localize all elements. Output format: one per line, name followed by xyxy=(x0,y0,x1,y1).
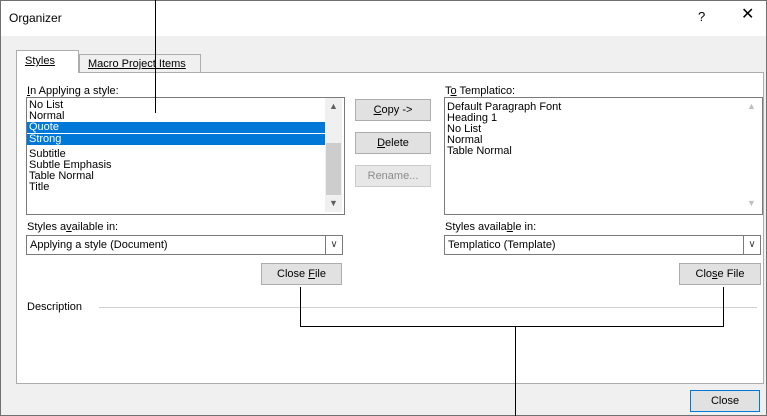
description-separator xyxy=(99,307,757,308)
left-style-list[interactable]: No List Normal Quote Strong Subtitle Sub… xyxy=(26,97,345,215)
right-list-label: To Templatico: xyxy=(445,85,516,97)
tab-styles-label: Styles xyxy=(25,55,55,67)
list-item[interactable]: Heading 1 xyxy=(445,113,743,124)
tab-macro-label: Macro Project Items xyxy=(88,58,186,70)
rename-button[interactable]: Rename... xyxy=(355,165,431,187)
scroll-thumb[interactable] xyxy=(326,143,341,195)
scroll-up-icon[interactable]: ▲ xyxy=(325,98,342,115)
list-item[interactable]: Table Normal xyxy=(27,171,325,182)
left-available-dropdown[interactable]: Applying a style (Document) ∨ xyxy=(26,235,343,255)
chevron-down-icon[interactable]: ∨ xyxy=(743,236,760,254)
list-item[interactable]: No List xyxy=(445,124,743,135)
tab-macro-project-items[interactable]: Macro Project Items xyxy=(79,54,201,73)
list-item[interactable]: Title xyxy=(27,182,325,193)
callout-line xyxy=(723,287,724,327)
left-list-scrollbar[interactable]: ▲ ▼ xyxy=(325,98,342,212)
left-available-value: Applying a style (Document) xyxy=(30,239,168,251)
list-item[interactable]: Quote xyxy=(27,122,325,134)
right-style-list[interactable]: Default Paragraph Font Heading 1 No List… xyxy=(444,97,763,215)
list-item[interactable]: Normal xyxy=(27,111,325,122)
right-available-dropdown[interactable]: Templatico (Template) ∨ xyxy=(444,235,761,255)
right-available-value: Templatico (Template) xyxy=(448,239,556,251)
scroll-down-icon[interactable]: ▼ xyxy=(325,195,342,212)
list-item[interactable]: Table Normal xyxy=(445,146,743,157)
tab-styles[interactable]: Styles xyxy=(16,50,79,73)
scroll-up-icon[interactable]: ▲ xyxy=(743,98,760,115)
list-item[interactable]: No List xyxy=(27,100,325,111)
right-list-scrollbar[interactable]: ▲ ▼ xyxy=(743,98,760,212)
close-button[interactable]: Close xyxy=(690,390,760,412)
title-bar: Organizer ? ✕ xyxy=(1,1,766,36)
help-icon[interactable]: ? xyxy=(698,9,705,24)
callout-line xyxy=(300,287,301,327)
right-close-file-button[interactable]: Close File xyxy=(679,263,761,285)
description-label: Description xyxy=(27,301,83,313)
list-item[interactable]: Strong xyxy=(27,134,325,145)
scroll-down-icon[interactable]: ▼ xyxy=(743,195,760,212)
chevron-down-icon[interactable]: ∨ xyxy=(325,236,342,254)
delete-button[interactable]: Delete xyxy=(355,132,431,154)
organizer-dialog: Organizer ? ✕ Styles Macro Project Items… xyxy=(0,0,767,416)
callout-line xyxy=(155,0,156,113)
copy-button[interactable]: Copy -> xyxy=(355,99,431,121)
left-list-label: In Applying a style: xyxy=(27,85,119,97)
left-available-label: Styles available in: xyxy=(27,221,119,233)
callout-line xyxy=(515,326,516,416)
close-icon[interactable]: ✕ xyxy=(741,7,754,23)
left-close-file-button[interactable]: Close File xyxy=(261,263,342,285)
callout-line xyxy=(300,326,724,327)
dialog-title: Organizer xyxy=(9,11,62,25)
right-available-label: Styles available in: xyxy=(445,221,537,233)
